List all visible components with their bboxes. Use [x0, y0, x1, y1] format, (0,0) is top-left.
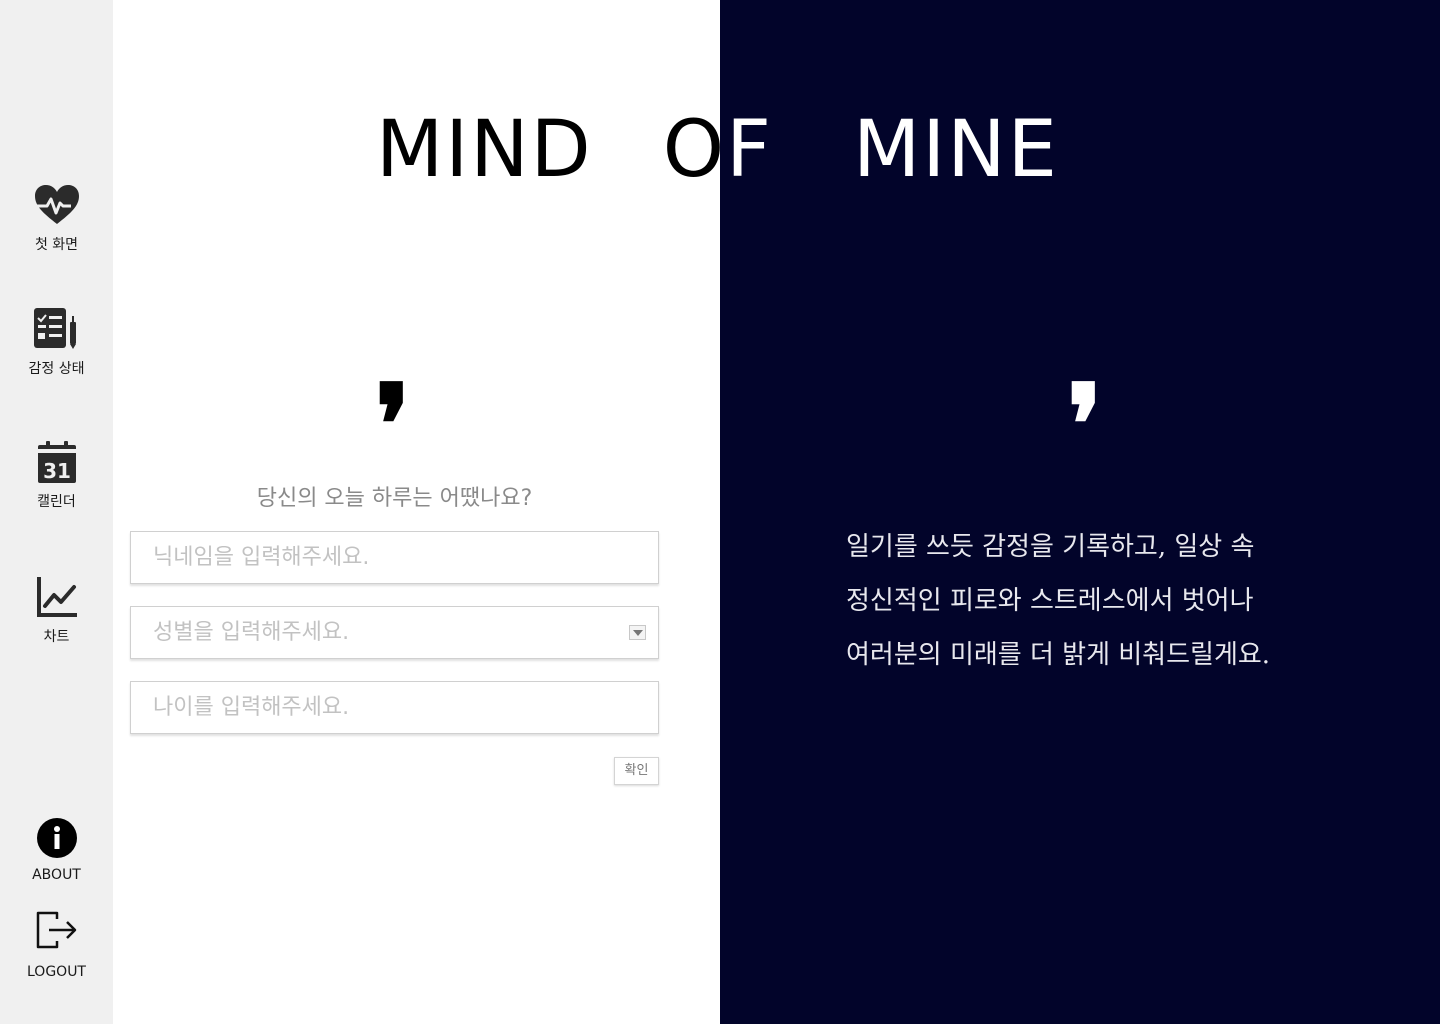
gender-input[interactable]	[131, 607, 658, 658]
dropdown-arrow-icon[interactable]	[629, 625, 646, 640]
calendar-day-number: 31	[43, 459, 71, 483]
page: 첫 화면 감정 상태 31 캘린더 차트 ABOUT LOGOUT MIND O…	[0, 0, 1440, 1024]
line-chart-icon	[36, 577, 77, 617]
app-title-light: MINDOFMINE	[720, 105, 1059, 195]
sidebar-item-chart[interactable]: 차트	[0, 576, 113, 646]
app-title-light-part: MINDOFMINE	[720, 0, 1440, 300]
info-icon	[36, 818, 77, 858]
sidebar-item-emotion-state[interactable]: 감정 상태	[0, 308, 113, 378]
sidebar-item-calendar-label: 캘린더	[37, 494, 76, 510]
intro-line-2: 정신적인 피로와 스트레스에서 벗어나	[846, 586, 1254, 616]
intro-line-1: 일기를 쓰듯 감정을 기록하고, 일상 속	[846, 532, 1255, 562]
about-button[interactable]: ABOUT	[0, 817, 113, 883]
app-title-dark-part: MINDOFMINE	[0, 0, 720, 300]
nickname-input[interactable]	[131, 532, 658, 583]
intro-line-3: 여러분의 미래를 더 밝게 비춰드릴게요.	[846, 640, 1271, 670]
nickname-field[interactable]	[130, 531, 659, 584]
age-input[interactable]	[131, 682, 658, 733]
sidebar-item-emotion-state-label: 감정 상태	[28, 361, 85, 377]
sidebar-item-chart-label: 차트	[43, 629, 70, 645]
confirm-button[interactable]: 확인	[614, 757, 659, 785]
daily-question: 당신의 오늘 하루는 어땠나요?	[256, 486, 533, 511]
title-word-mind: MIND	[376, 105, 593, 195]
logout-label: LOGOUT	[27, 964, 86, 980]
intro-description: 일기를 쓰듯 감정을 기록하고, 일상 속 정신적인 피로와 스트레스에서 벗어…	[846, 520, 1366, 682]
title-word-of: OF	[662, 105, 720, 195]
title-word-mine-light: MINE	[852, 105, 1059, 195]
calendar-icon: 31	[37, 441, 76, 483]
checklist-icon	[33, 308, 76, 349]
sidebar-item-calendar[interactable]: 31 캘린더	[0, 441, 113, 511]
gender-field[interactable]	[130, 606, 659, 659]
app-title: MINDOFMINE	[376, 105, 720, 195]
quote-mark-light-icon: ❜	[1067, 360, 1103, 489]
logout-icon	[36, 911, 76, 949]
title-word-of-light: OF	[720, 105, 773, 195]
quote-mark-icon: ❜	[375, 360, 411, 489]
age-field[interactable]	[130, 681, 659, 734]
logout-button[interactable]: LOGOUT	[0, 910, 113, 980]
about-label: ABOUT	[32, 867, 81, 883]
